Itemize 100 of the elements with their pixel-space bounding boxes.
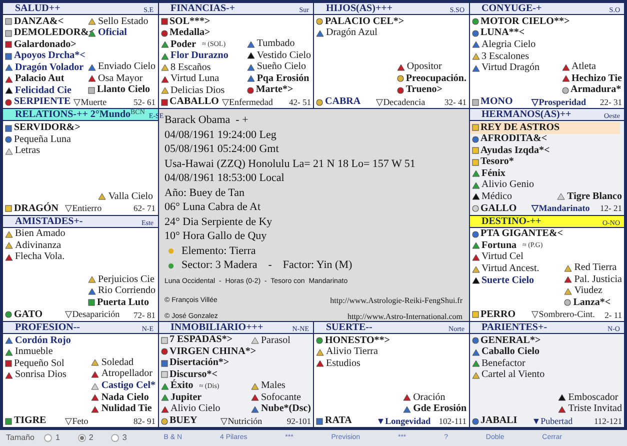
star-label: Benefactor (482, 358, 526, 369)
star-label: Castigo Cel* (101, 381, 156, 392)
star-label: Fortuna (482, 240, 516, 251)
star-label: PALACIO CEL*> (325, 16, 404, 27)
animal-label: CABRA (325, 97, 361, 108)
star-label: SOL***> (170, 16, 210, 27)
star-label: Valla Cielo (108, 192, 154, 202)
stage-label: ▽Desaparición (65, 310, 120, 320)
star-label: Dragón Volador (15, 62, 84, 73)
star-label: Triste Invitad (568, 404, 622, 414)
age-range: 82- 91 (134, 416, 156, 426)
star-label: Medalla> (170, 28, 210, 38)
star-label: LUNA**< (480, 28, 525, 38)
animal-label: BUEY (170, 416, 198, 426)
star-label: Marte*> (256, 85, 294, 96)
star-label: Estudios (326, 358, 360, 369)
animal-label: TIGRE (14, 416, 46, 426)
info-line: Usa-Hawai (ZZQ) Honolulu La= 21 N 18 Lo= 157 W 51 (164, 156, 416, 172)
radio-label: 3 (122, 432, 127, 444)
size-radio[interactable] (78, 434, 86, 442)
size-radio[interactable] (44, 434, 52, 442)
star-label: Jupiter (170, 392, 202, 403)
star-label: Trueno> (406, 85, 442, 96)
age-range: 22- 31 (600, 98, 622, 106)
info-line: 05/08/1961 05:24:00 Gmt (164, 142, 280, 157)
animal-label: PERRO (480, 310, 516, 320)
star-label: Pequeña Luna (14, 134, 71, 145)
palace-title: DESTINO-++ (480, 216, 542, 226)
star-label: Virtud Dragón (482, 63, 540, 74)
age-range: 62- 71 (134, 204, 156, 213)
age-range: 2- 11 (604, 310, 622, 319)
star-label: Virtud Ancest. (482, 264, 540, 274)
star-label: 3 Escalones (482, 52, 529, 62)
star-label: Discurso*< (170, 370, 218, 380)
website-link[interactable]: http://www.Astro-International.com (347, 312, 462, 321)
star-label: Soledad (101, 358, 134, 368)
info-line: Elemento: Tierra (182, 244, 256, 258)
animal-label: SERPIENTE (14, 97, 71, 108)
star-label: Sofocante (261, 392, 301, 403)
stage-label: ▽Decadencia (376, 98, 426, 107)
star-label: Delicias Dios (170, 86, 225, 96)
star-label: Armadura* (570, 85, 622, 96)
star-label: Puerta Luto (97, 298, 149, 308)
animal-label: GATO (14, 310, 43, 320)
star-label: Fénix (482, 168, 506, 179)
stage-label: ▽Prosperidad (532, 98, 586, 107)
star-label: Sueño Cielo (256, 62, 306, 72)
star-label: Nada Cielo (101, 392, 149, 403)
star-label: Sonrisa Dios (15, 370, 66, 380)
star-label: VIRGEN CHINA*> (170, 346, 256, 357)
star-label: Vestido Cielo (256, 50, 311, 61)
star-label: Alivio Genio (482, 180, 534, 190)
age-range: 42- 51 (289, 98, 311, 106)
star-label: 8 Escaños (170, 62, 211, 73)
stage-label: ▽Sombrero-Cint. (532, 310, 595, 320)
star-label: Disertación*> (170, 358, 230, 368)
star-label: GENERAL*> (480, 336, 541, 346)
star-label: Hechizo Tie (572, 74, 622, 84)
stage-label: ▼Longevidad (376, 416, 431, 426)
star-label: Oficial (98, 28, 127, 38)
star-label: Flecha Vola. (15, 252, 65, 262)
star-label: Oración (413, 392, 446, 403)
info-line: 06° Luna Cabra de At (164, 200, 262, 215)
star-label: Inmueble (15, 347, 53, 358)
star-label: Preocupación. (406, 74, 466, 84)
age-range: 12- 21 (600, 204, 622, 213)
star-label: Llanto Cielo (97, 85, 150, 96)
radio-label: 1 (55, 432, 60, 444)
palace-title: FINANCIAS-+ (170, 4, 236, 14)
website-link[interactable]: http://www.Astrologie-Reiki-FengShui.fr (330, 296, 462, 306)
stage-label: ▽Mandarinato (532, 204, 590, 213)
star-label: Nube*(Dsc) (261, 404, 311, 414)
star-label: Rio Corriendo (98, 286, 156, 296)
palace-title: SALUD++ (14, 4, 60, 14)
star-label: MOTOR CIELO**> (480, 16, 570, 27)
star-label: Apoyos Drcha*< (14, 51, 86, 62)
star-label: Pequeño Sol (14, 358, 64, 369)
info-line: 24° Dia Serpiente de Ky (164, 214, 274, 230)
info-line: Sector: 3 Madera - Factor: Yin (M) (182, 258, 352, 273)
star-label: PTA GIGANTE&< (480, 229, 563, 240)
star-label: AFRODITA&< (480, 134, 548, 144)
size-radio[interactable] (111, 434, 120, 442)
info-line: Año: Buey de Tan (164, 186, 246, 200)
star-label: Tesoro* (480, 157, 514, 168)
star-label: Caballo Cielo (482, 347, 540, 358)
star-label: Viudez (574, 286, 602, 296)
star-label: REY DE ASTROS (480, 122, 560, 133)
palace-title: INMOBILIARIO+++ (170, 322, 264, 333)
animal-label: JABALI (480, 416, 518, 426)
animal-label: DRAGÓN (14, 204, 58, 214)
info-line: Barack Obama - + (164, 113, 250, 128)
stage-label: ▼Pubertad (532, 416, 573, 426)
info-line: 04/08/1961 18:53:00 Local (164, 171, 286, 186)
star-label: Tumbado (256, 39, 295, 50)
palace-title: HIJOS(AS)+++ (325, 4, 393, 14)
star-label: Red Tierra (574, 263, 617, 274)
palace-title: SUERTE-- (325, 322, 372, 333)
star-label: Alivio Tierra (326, 347, 378, 358)
animal-label: MONO (480, 97, 513, 108)
star-label: Adivinanza (15, 240, 62, 251)
